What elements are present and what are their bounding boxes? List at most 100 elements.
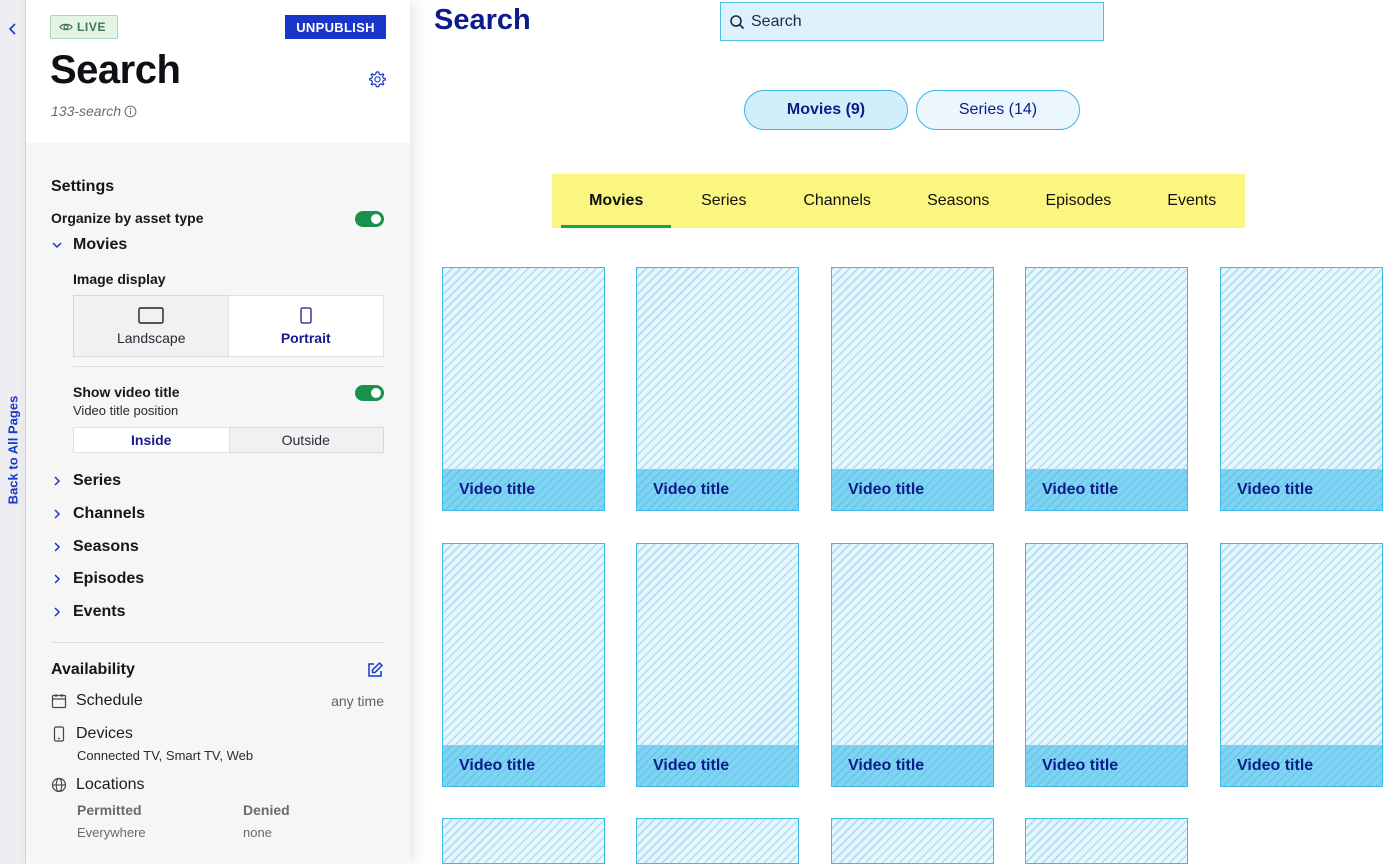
chevron-right-icon bbox=[54, 574, 61, 584]
option-landscape[interactable]: Landscape bbox=[74, 296, 229, 356]
video-card[interactable]: Video title bbox=[1025, 267, 1188, 511]
edit-icon[interactable] bbox=[366, 661, 384, 679]
locations-row: Locations bbox=[51, 776, 145, 794]
show-video-title-label: Show video title bbox=[73, 384, 180, 400]
preview-search-box[interactable] bbox=[720, 2, 1104, 41]
availability-heading: Availability bbox=[51, 661, 135, 678]
section-label: Episodes bbox=[73, 570, 145, 587]
chevron-down-icon bbox=[52, 242, 62, 249]
option-portrait[interactable]: Portrait bbox=[228, 296, 383, 356]
section-label: Events bbox=[73, 603, 126, 620]
video-card-title: Video title bbox=[1221, 745, 1382, 786]
device-icon bbox=[53, 726, 65, 742]
devices-value: Connected TV, Smart TV, Web bbox=[77, 748, 254, 763]
video-card[interactable]: Video title bbox=[636, 543, 799, 787]
tab-episodes[interactable]: Episodes bbox=[1018, 174, 1138, 228]
organize-by-asset-type-label: Organize by asset type bbox=[51, 210, 204, 226]
landscape-icon bbox=[138, 306, 164, 324]
video-title-position-selector: Inside Outside bbox=[73, 427, 384, 453]
section-label: Seasons bbox=[73, 538, 139, 555]
back-to-all-pages-link[interactable]: Back to All Pages bbox=[6, 396, 21, 505]
image-display-selector: Landscape Portrait bbox=[73, 295, 384, 357]
schedule-value: any time bbox=[331, 693, 384, 709]
permitted-heading: Permitted bbox=[77, 802, 142, 818]
video-card[interactable]: Video title bbox=[831, 543, 994, 787]
section-movies[interactable]: Movies bbox=[51, 236, 127, 254]
tab-movies[interactable]: Movies bbox=[561, 174, 672, 228]
organize-toggle[interactable] bbox=[355, 211, 384, 227]
option-landscape-label: Landscape bbox=[116, 329, 186, 346]
slug-text: 133-search bbox=[51, 103, 122, 119]
video-card[interactable] bbox=[831, 818, 994, 864]
video-card-title: Video title bbox=[832, 745, 993, 786]
tab-series[interactable]: Series bbox=[671, 174, 776, 228]
asset-type-tabs: Movies Series Channels Seasons Episodes … bbox=[552, 174, 1245, 228]
live-status-badge: LIVE bbox=[50, 15, 118, 39]
back-rail[interactable]: Back to All Pages bbox=[0, 0, 26, 864]
schedule-label: Schedule bbox=[76, 692, 143, 709]
permitted-value: Everywhere bbox=[77, 825, 146, 840]
option-outside[interactable]: Outside bbox=[229, 428, 384, 452]
search-icon bbox=[730, 14, 745, 29]
pill-movies[interactable]: Movies (9) bbox=[744, 90, 908, 130]
info-icon[interactable] bbox=[124, 105, 137, 118]
gear-icon[interactable] bbox=[368, 70, 387, 89]
video-card[interactable]: Video title bbox=[1025, 543, 1188, 787]
option-inside[interactable]: Inside bbox=[74, 428, 229, 452]
pill-series[interactable]: Series (14) bbox=[916, 90, 1080, 130]
video-card[interactable]: Video title bbox=[831, 267, 994, 511]
chevron-right-icon bbox=[54, 509, 61, 519]
chevron-right-icon bbox=[54, 476, 61, 486]
settings-heading: Settings bbox=[51, 178, 115, 195]
video-card[interactable]: Video title bbox=[1220, 543, 1383, 787]
video-card[interactable]: Video title bbox=[1220, 267, 1383, 511]
schedule-row: Schedule bbox=[51, 692, 143, 710]
globe-icon bbox=[51, 777, 67, 793]
section-events[interactable]: Events bbox=[51, 603, 125, 621]
video-card-title: Video title bbox=[1026, 745, 1187, 786]
image-display-label: Image display bbox=[73, 271, 166, 287]
video-card-title: Video title bbox=[443, 745, 604, 786]
section-label: Channels bbox=[73, 505, 146, 522]
video-card-title: Video title bbox=[1026, 469, 1187, 510]
chevron-right-icon bbox=[54, 542, 61, 552]
divider bbox=[51, 642, 384, 643]
locations-label: Locations bbox=[76, 776, 145, 793]
unpublish-button[interactable]: UNPUBLISH bbox=[285, 15, 386, 39]
tab-events[interactable]: Events bbox=[1138, 174, 1245, 228]
eye-icon bbox=[59, 23, 73, 31]
live-label: LIVE bbox=[77, 20, 107, 34]
page-title: Search bbox=[50, 48, 181, 92]
settings-panel: LIVE UNPUBLISH Search 133-search Setting… bbox=[26, 0, 410, 864]
video-title-position-label: Video title position bbox=[73, 403, 179, 418]
video-card[interactable]: Video title bbox=[442, 543, 605, 787]
section-label: Series bbox=[73, 472, 122, 489]
search-input[interactable] bbox=[751, 12, 1081, 31]
video-card-title: Video title bbox=[443, 469, 604, 510]
devices-row: Devices bbox=[51, 725, 133, 743]
video-card-title: Video title bbox=[637, 745, 798, 786]
video-card[interactable] bbox=[1025, 818, 1188, 864]
devices-label: Devices bbox=[76, 725, 133, 742]
denied-heading: Denied bbox=[243, 802, 290, 818]
chevron-right-icon bbox=[54, 607, 61, 617]
portrait-icon bbox=[300, 306, 312, 324]
panel-header: LIVE UNPUBLISH Search 133-search bbox=[26, 0, 410, 143]
chevron-left-icon[interactable] bbox=[7, 20, 19, 38]
section-series[interactable]: Series bbox=[51, 472, 121, 490]
tab-channels[interactable]: Channels bbox=[776, 174, 898, 228]
video-card[interactable]: Video title bbox=[442, 267, 605, 511]
section-seasons[interactable]: Seasons bbox=[51, 538, 139, 556]
show-video-title-toggle[interactable] bbox=[355, 385, 384, 401]
video-card-title: Video title bbox=[1221, 469, 1382, 510]
video-card[interactable]: Video title bbox=[636, 267, 799, 511]
section-episodes[interactable]: Episodes bbox=[51, 570, 144, 588]
preview-page-title: Search bbox=[434, 4, 531, 36]
video-card[interactable] bbox=[636, 818, 799, 864]
denied-value: none bbox=[243, 825, 272, 840]
section-channels[interactable]: Channels bbox=[51, 505, 145, 523]
tab-seasons[interactable]: Seasons bbox=[898, 174, 1018, 228]
section-label: Movies bbox=[73, 236, 128, 253]
divider bbox=[73, 366, 384, 367]
video-card[interactable] bbox=[442, 818, 605, 864]
